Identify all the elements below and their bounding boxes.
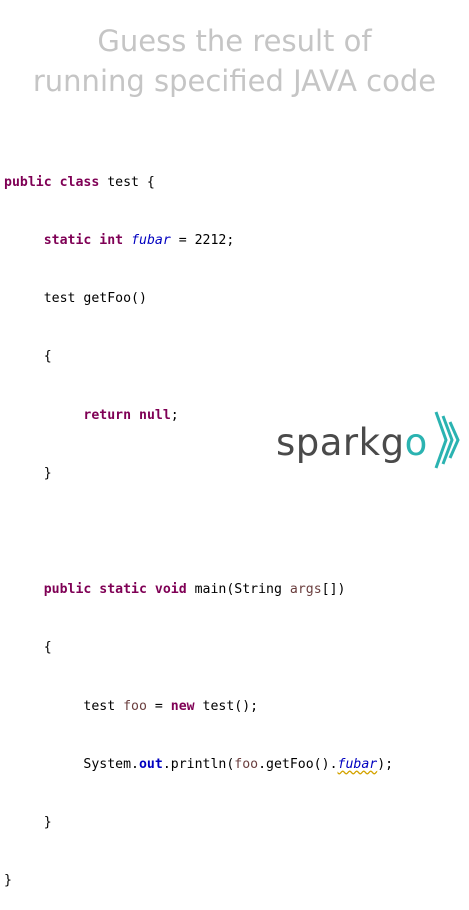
println-call: .println( — [162, 756, 235, 772]
semicolon: ; — [170, 407, 179, 423]
code-line-11: System.out.println(foo.getFoo().fubar); — [4, 755, 393, 774]
keyword-static: static — [43, 233, 92, 249]
keyword-int: int — [99, 233, 124, 249]
field-initializer: = 2212; — [170, 233, 235, 249]
field-name: fubar — [131, 233, 171, 249]
logo-text-o: o — [404, 420, 428, 464]
code-line-9: { — [4, 638, 393, 657]
title-line-1: Guess the result of — [97, 24, 372, 58]
code-line-12: } — [4, 813, 393, 832]
code-line-2: static int fubar = 2212; — [4, 231, 393, 250]
getfoo-call: .getFoo(). — [258, 756, 338, 772]
keyword-void: void — [154, 582, 187, 598]
keyword-null: null — [139, 407, 171, 423]
code-line-3: test getFoo() — [4, 289, 393, 308]
triple-chevron-right-icon — [432, 410, 462, 475]
args-param: args — [289, 582, 322, 598]
code-line-8: public static void main(String args[]) — [4, 580, 393, 599]
keyword-public: public — [43, 582, 92, 598]
println-close: ); — [377, 756, 394, 772]
close-brace: } — [43, 465, 52, 481]
local-variable: foo — [234, 756, 259, 772]
keyword-public: public — [4, 174, 52, 190]
code-line-4: { — [4, 347, 393, 366]
keyword-class: class — [59, 174, 100, 190]
class-name: test { — [99, 174, 155, 190]
logo-text-g: g — [380, 420, 405, 464]
title-line-2: running specified JAVA code — [32, 64, 437, 98]
local-type: test — [83, 698, 124, 714]
code-line-13: } — [4, 871, 393, 890]
main-signature-tail: []) — [321, 582, 346, 598]
keyword-new: new — [170, 698, 195, 714]
code-line-1: public class test { — [4, 173, 393, 192]
out-field: out — [138, 756, 163, 772]
sparkgo-logo: sparkgo — [276, 410, 462, 475]
logo-wordmark: sparkgo — [276, 421, 428, 465]
system-class: System. — [83, 756, 139, 772]
keyword-return: return — [83, 407, 132, 423]
assign-operator: = — [146, 698, 171, 714]
close-brace: } — [43, 815, 52, 831]
keyword-static: static — [99, 582, 147, 598]
close-brace: } — [4, 873, 12, 889]
local-variable: foo — [123, 698, 147, 714]
open-brace: { — [43, 640, 52, 656]
field-access-warning: fubar — [337, 756, 378, 772]
method-signature: test getFoo() — [43, 291, 147, 307]
main-signature: main(String — [186, 582, 290, 598]
code-line-10: test foo = new test(); — [4, 697, 393, 716]
constructor-call: test(); — [194, 698, 259, 714]
logo-text-spark: spark — [276, 420, 381, 464]
open-brace: { — [43, 349, 52, 365]
java-code-block: public class test { static int fubar = 2… — [4, 134, 393, 910]
